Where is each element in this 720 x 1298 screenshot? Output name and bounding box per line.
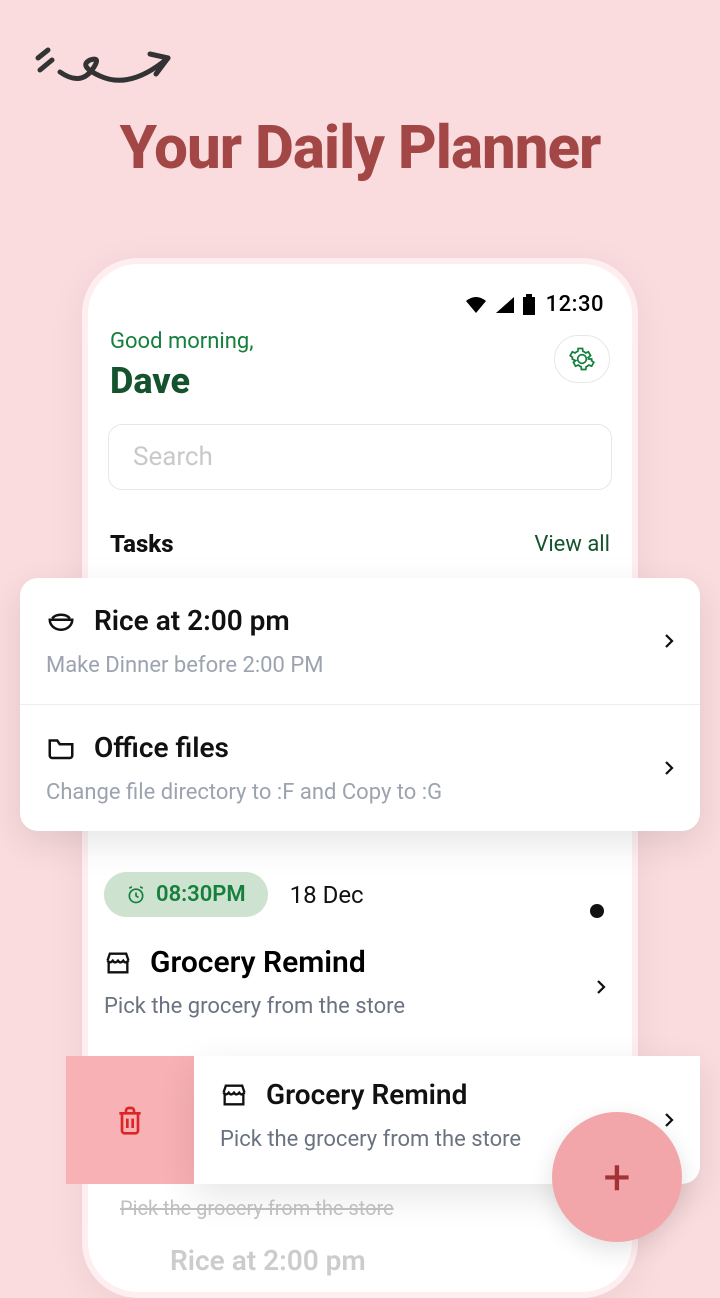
task-title: Office files (94, 731, 229, 764)
headline: Your Daily Planner (0, 112, 720, 183)
status-bar: 12:30 (108, 292, 612, 317)
reminder-sub: Pick the grocery from the store (104, 994, 616, 1019)
signal-icon (494, 295, 516, 315)
status-dot (590, 904, 604, 918)
store-icon (104, 949, 132, 977)
add-button[interactable]: + (552, 1112, 682, 1242)
doodle-arrow-icon (30, 42, 180, 102)
reminder-date: 18 Dec (290, 881, 364, 909)
time-pill: 08:30PM (104, 872, 268, 917)
folder-icon (46, 733, 76, 763)
bowl-icon (46, 606, 76, 636)
task-subtitle: Make Dinner before 2:00 PM (46, 653, 674, 678)
ghost-title: Rice at 2:00 pm (170, 1244, 366, 1277)
chevron-right-icon (660, 759, 678, 777)
reminder-title: Grocery Remind (150, 945, 366, 980)
chevron-right-icon (660, 1111, 678, 1129)
plus-icon: + (603, 1149, 630, 1206)
username: Dave (110, 360, 254, 402)
task-title: Rice at 2:00 pm (94, 604, 290, 637)
search-input[interactable]: Search (108, 424, 612, 490)
tasks-card: Rice at 2:00 pm Make Dinner before 2:00 … (20, 578, 700, 831)
status-time: 12:30 (546, 292, 604, 317)
wifi-icon (464, 295, 488, 315)
task-subtitle: Change file directory to :F and Copy to … (46, 780, 674, 805)
task-item[interactable]: Office files Change file directory to :F… (20, 705, 700, 831)
store-icon (220, 1081, 248, 1109)
gear-icon (569, 346, 595, 372)
view-all-link[interactable]: View all (534, 532, 610, 557)
alarm-icon (126, 885, 146, 905)
chevron-right-icon (660, 632, 678, 650)
task-item[interactable]: Rice at 2:00 pm Make Dinner before 2:00 … (20, 578, 700, 705)
battery-icon (522, 294, 536, 316)
reminder-item[interactable]: 08:30PM 18 Dec Grocery Remind Pick the g… (104, 872, 616, 1019)
greeting-text: Good morning, (110, 329, 254, 354)
swipe-title: Grocery Remind (266, 1078, 467, 1111)
search-placeholder: Search (133, 442, 213, 472)
delete-button[interactable] (66, 1056, 194, 1184)
trash-icon (114, 1104, 146, 1136)
reminder-time: 08:30PM (156, 882, 246, 907)
ghost-sub: Pick the grocery from the store (120, 1196, 394, 1220)
tasks-heading: Tasks (110, 530, 174, 558)
settings-button[interactable] (554, 335, 610, 383)
chevron-right-icon (592, 978, 610, 996)
